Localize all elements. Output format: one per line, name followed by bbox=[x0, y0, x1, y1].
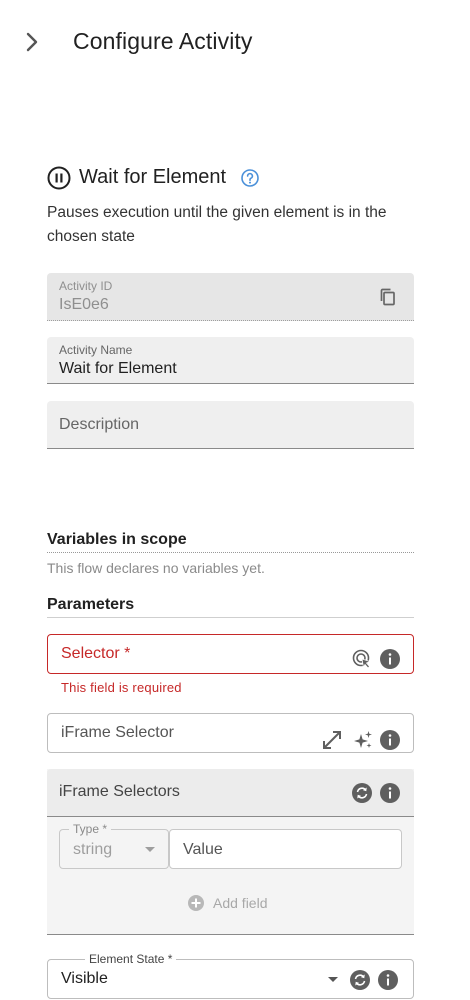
activity-title: Wait for Element bbox=[79, 166, 227, 188]
activity-id-field: Activity ID IsE0e6 bbox=[47, 273, 414, 321]
expand-icon[interactable] bbox=[321, 729, 343, 751]
value-input[interactable]: Value bbox=[169, 829, 402, 869]
activity-id-value: IsE0e6 bbox=[59, 296, 109, 313]
caret-down-icon bbox=[145, 847, 155, 852]
info-icon[interactable] bbox=[379, 729, 401, 751]
add-circle-icon bbox=[187, 894, 205, 912]
type-select[interactable]: Type * string bbox=[59, 822, 169, 869]
selector-field[interactable]: Selector * bbox=[47, 634, 414, 674]
add-field-label: Add field bbox=[213, 895, 268, 911]
iframe-selectors-title: iFrame Selectors bbox=[59, 783, 180, 800]
activity-description: Pauses execution until the given element… bbox=[47, 204, 387, 245]
description-placeholder: Description bbox=[59, 416, 140, 433]
element-state-label: Element State * bbox=[85, 952, 177, 966]
type-label: Type * bbox=[69, 822, 112, 836]
iframe-selectors-header: iFrame Selectors bbox=[47, 769, 414, 817]
parameters-section-title: Parameters bbox=[47, 596, 414, 618]
chevron-right-icon[interactable] bbox=[22, 30, 44, 54]
iframe-selector-label: iFrame Selector bbox=[61, 724, 174, 741]
value-placeholder: Value bbox=[183, 841, 223, 858]
variables-section-title: Variables in scope bbox=[47, 531, 414, 553]
info-icon[interactable] bbox=[377, 969, 399, 991]
element-state-select[interactable]: Element State * Visible bbox=[47, 952, 414, 999]
activity-name-value: Wait for Element bbox=[59, 360, 177, 377]
variables-empty-note: This flow declares no variables yet. bbox=[47, 560, 265, 576]
copy-icon[interactable] bbox=[378, 287, 398, 307]
info-icon[interactable] bbox=[379, 782, 401, 804]
type-value: string bbox=[73, 841, 113, 858]
sparkle-icon[interactable] bbox=[352, 729, 374, 751]
element-state-value: Visible bbox=[61, 970, 108, 987]
help-circle-icon[interactable] bbox=[240, 168, 260, 188]
add-field-button[interactable]: Add field bbox=[187, 893, 267, 913]
refresh-icon[interactable] bbox=[351, 782, 373, 804]
caret-down-icon[interactable] bbox=[328, 977, 338, 982]
activity-id-label: Activity ID bbox=[59, 279, 113, 293]
selector-error-text: This field is required bbox=[61, 680, 182, 695]
page-title: Configure Activity bbox=[73, 28, 253, 54]
info-icon[interactable] bbox=[379, 648, 401, 670]
iframe-selector-field[interactable]: iFrame Selector bbox=[47, 713, 414, 753]
selector-label: Selector * bbox=[61, 645, 131, 662]
description-field[interactable]: Description bbox=[47, 401, 414, 449]
target-pick-icon[interactable] bbox=[351, 648, 373, 670]
activity-name-label: Activity Name bbox=[59, 343, 133, 357]
pause-circle-icon bbox=[47, 166, 71, 190]
activity-name-field[interactable]: Activity Name Wait for Element bbox=[47, 337, 414, 384]
refresh-icon[interactable] bbox=[349, 969, 371, 991]
